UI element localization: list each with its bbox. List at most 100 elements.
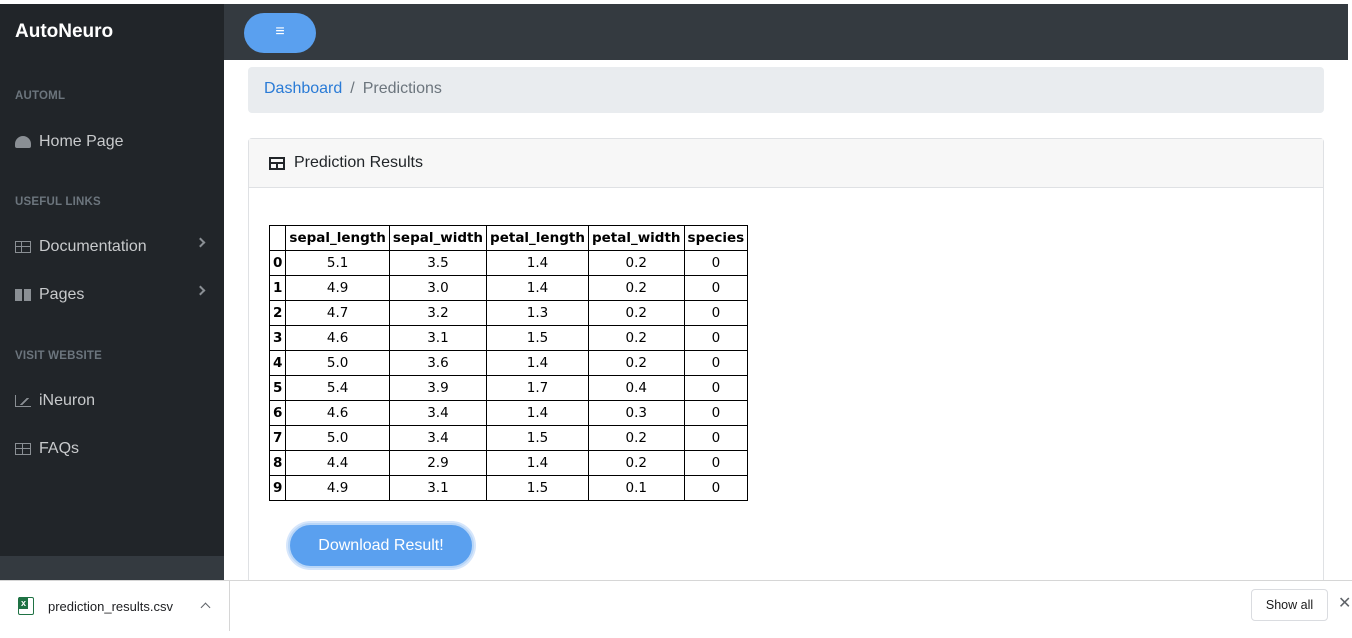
results-table: sepal_length sepal_width petal_length pe… xyxy=(268,225,749,501)
columns-icon xyxy=(15,241,31,253)
excel-file-icon xyxy=(18,597,34,615)
sidebar-item-documentation[interactable]: Documentation xyxy=(15,235,210,259)
table-cell-petal-length: 1.5 xyxy=(486,475,589,501)
download-result-button[interactable]: Download Result! xyxy=(288,523,474,568)
column-header: sepal_length xyxy=(285,225,390,251)
sidebar-item-home-page[interactable]: Home Page xyxy=(15,130,210,154)
table-cell-sepal-length: 4.6 xyxy=(285,325,390,351)
table-cell-petal-length: 1.7 xyxy=(486,375,589,401)
row-index: 4 xyxy=(268,350,287,376)
table-row: 8 4.4 2.9 1.4 0.2 0 xyxy=(268,450,749,476)
table-cell-petal-length: 1.4 xyxy=(486,400,589,426)
download-item[interactable]: prediction_results.csv xyxy=(0,581,230,631)
row-index: 1 xyxy=(268,275,287,301)
show-all-button[interactable]: Show all xyxy=(1251,589,1328,621)
table-cell-sepal-width: 2.9 xyxy=(388,450,488,476)
row-index: 9 xyxy=(268,475,287,501)
row-index: 2 xyxy=(268,300,287,326)
breadcrumb-current: Predictions xyxy=(362,80,442,97)
table-cell-petal-length: 1.5 xyxy=(486,425,589,451)
book-icon xyxy=(15,289,31,301)
sidebar-heading-useful-links: USEFUL LINKS xyxy=(15,196,101,208)
table-cell-petal-width: 0.2 xyxy=(587,275,685,301)
sidebar-item-ineuron[interactable]: iNeuron xyxy=(15,389,210,413)
row-index: 7 xyxy=(268,425,287,451)
sidebar-item-label: Home Page xyxy=(39,133,124,150)
table-cell-sepal-width: 3.1 xyxy=(388,325,488,351)
table-cell-species: 0 xyxy=(683,375,749,401)
table-cell-petal-width: 0.2 xyxy=(587,300,685,326)
table-cell-petal-length: 1.4 xyxy=(486,275,589,301)
chevron-up-icon[interactable] xyxy=(200,602,211,613)
row-index: 3 xyxy=(268,325,287,351)
table-cell-petal-length: 1.4 xyxy=(486,350,589,376)
table-header-row: sepal_length sepal_width petal_length pe… xyxy=(268,225,749,251)
brand-logo[interactable]: AutoNeuro xyxy=(0,4,224,60)
download-bar: prediction_results.csv Show all ✕ xyxy=(0,580,1352,638)
table-row: 9 4.9 3.1 1.5 0.1 0 xyxy=(268,475,749,501)
table-icon xyxy=(15,443,31,455)
chevron-right-icon xyxy=(195,237,206,248)
table-cell-petal-width: 0.2 xyxy=(587,450,685,476)
table-row: 3 4.6 3.1 1.5 0.2 0 xyxy=(268,325,749,351)
card-title: Prediction Results xyxy=(294,154,423,171)
table-row: 7 5.0 3.4 1.5 0.2 0 xyxy=(268,425,749,451)
table-cell-sepal-length: 5.1 xyxy=(285,250,390,276)
table-cell-sepal-width: 3.4 xyxy=(388,425,488,451)
sidebar-item-pages[interactable]: Pages xyxy=(15,283,210,307)
table-cell-sepal-width: 3.5 xyxy=(388,250,488,276)
column-header: species xyxy=(683,225,749,251)
table-cell-petal-width: 0.2 xyxy=(587,425,685,451)
table-cell-species: 0 xyxy=(683,275,749,301)
column-header: sepal_width xyxy=(388,225,488,251)
sidebar-footer xyxy=(0,556,224,580)
download-filename: prediction_results.csv xyxy=(48,598,173,614)
breadcrumb-link-dashboard[interactable]: Dashboard xyxy=(264,80,342,97)
table-cell-sepal-width: 3.1 xyxy=(388,475,488,501)
sidebar: AUTOML Home Page USEFUL LINKS Documentat… xyxy=(0,60,224,580)
table-icon xyxy=(269,156,285,170)
table-cell-sepal-length: 5.0 xyxy=(285,350,390,376)
table-cell-petal-length: 1.4 xyxy=(486,250,589,276)
sidebar-toggle-button[interactable]: ≡ xyxy=(244,13,316,53)
table-cell-petal-width: 0.2 xyxy=(587,250,685,276)
table-cell-species: 0 xyxy=(683,300,749,326)
table-row: 1 4.9 3.0 1.4 0.2 0 xyxy=(268,275,749,301)
breadcrumb-separator: / xyxy=(350,80,355,97)
table-cell-sepal-width: 3.2 xyxy=(388,300,488,326)
table-cell-petal-length: 1.4 xyxy=(486,450,589,476)
table-cell-sepal-length: 5.0 xyxy=(285,425,390,451)
navbar: AutoNeuro ≡ xyxy=(0,4,1348,60)
sidebar-item-label: Documentation xyxy=(39,238,147,255)
column-header: petal_width xyxy=(587,225,685,251)
table-cell-species: 0 xyxy=(683,400,749,426)
table-cell-sepal-width: 3.0 xyxy=(388,275,488,301)
table-cell-species: 0 xyxy=(683,250,749,276)
table-cell-petal-width: 0.2 xyxy=(587,350,685,376)
table-cell-species: 0 xyxy=(683,450,749,476)
sidebar-item-faqs[interactable]: FAQs xyxy=(15,437,210,461)
table-cell-petal-length: 1.3 xyxy=(486,300,589,326)
table-cell-species: 0 xyxy=(683,475,749,501)
table-cell-sepal-length: 4.7 xyxy=(285,300,390,326)
table-cell-species: 0 xyxy=(683,425,749,451)
row-index: 0 xyxy=(268,250,287,276)
chart-icon xyxy=(15,395,31,407)
table-cell-sepal-length: 4.9 xyxy=(285,475,390,501)
table-cell-petal-width: 0.3 xyxy=(587,400,685,426)
close-icon[interactable]: ✕ xyxy=(1338,595,1351,613)
menu-icon: ≡ xyxy=(275,23,285,40)
table-cell-sepal-width: 3.6 xyxy=(388,350,488,376)
table-row: 2 4.7 3.2 1.3 0.2 0 xyxy=(268,300,749,326)
table-cell-sepal-length: 4.9 xyxy=(285,275,390,301)
table-cell-petal-width: 0.1 xyxy=(587,475,685,501)
table-cell-sepal-length: 4.4 xyxy=(285,450,390,476)
table-cell-species: 0 xyxy=(683,350,749,376)
table-row: 0 5.1 3.5 1.4 0.2 0 xyxy=(268,250,749,276)
row-index: 6 xyxy=(268,400,287,426)
index-header xyxy=(268,225,287,251)
table-cell-species: 0 xyxy=(683,325,749,351)
sidebar-item-label: FAQs xyxy=(39,440,80,457)
table-cell-petal-width: 0.4 xyxy=(587,375,685,401)
table-cell-petal-length: 1.5 xyxy=(486,325,589,351)
